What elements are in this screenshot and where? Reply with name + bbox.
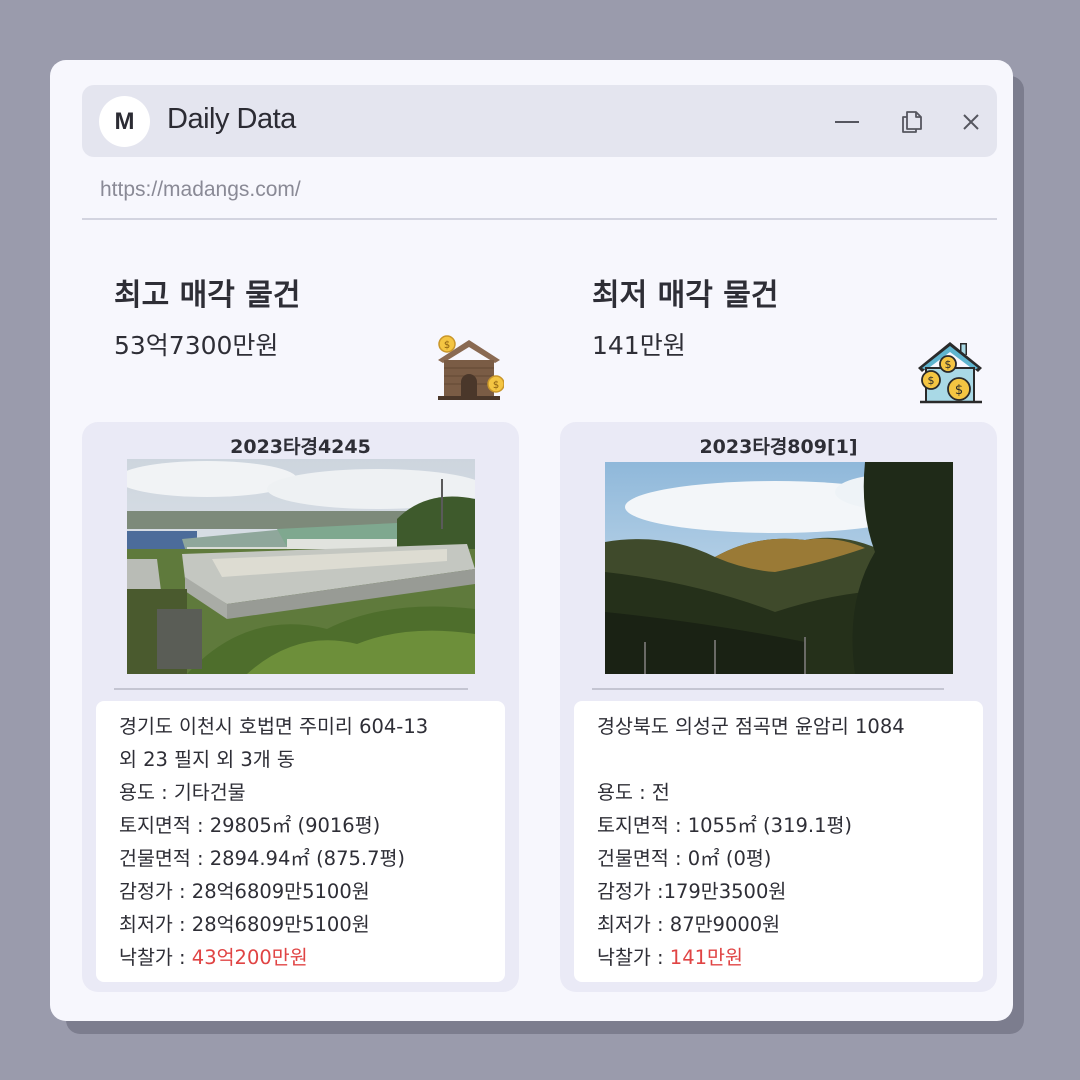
minimum-price: 최저가 : 28억6809만5100원 [119, 913, 370, 936]
app-logo: M [99, 96, 150, 147]
land-area: 토지면적 : 1055㎡ (319.1평) [597, 814, 853, 837]
address-line-1: 경기도 이천시 호법면 주미리 604-13 [119, 715, 429, 738]
house-coins-icon: $ $ $ [916, 336, 986, 406]
property-photo [605, 462, 953, 674]
building-area: 건물면적 : 0㎡ (0평) [597, 847, 772, 870]
land-area: 토지면적 : 29805㎡ (9016평) [119, 814, 381, 837]
svg-text:$: $ [493, 380, 499, 391]
property-info: 경기도 이천시 호법면 주미리 604-13 외 23 필지 외 3개 동 용도… [96, 701, 505, 982]
winning-bid-label: 낙찰가 : [597, 946, 670, 969]
winning-bid-value: 141만원 [669, 946, 743, 969]
svg-text:$: $ [945, 358, 952, 371]
app-title: Daily Data [167, 103, 296, 135]
svg-text:$: $ [444, 340, 450, 351]
address-line-2 [597, 743, 983, 776]
lowest-property-card[interactable]: 2023타경809[1] 경상북도 의성군 점곡면 윤암리 1084 용도: … [560, 422, 997, 992]
case-number: 2023타경809[1] [699, 436, 858, 458]
app-window: M Daily Data https://madangs.com/ 최고 매각 … [50, 60, 1013, 1021]
winning-bid-label: 낙찰가 : [119, 946, 192, 969]
house-money-icon: $ $ [434, 332, 505, 402]
minimum-price: 최저가 : 87만9000원 [597, 913, 781, 936]
card-divider [592, 688, 944, 690]
building-area: 건물면적 : 2894.94㎡ (875.7평) [119, 847, 406, 870]
usage: 용도 : 전 [597, 781, 670, 804]
highest-price: 53억7300만원 [114, 331, 279, 360]
address-line-2: 외 23 필지 외 3개 동 [119, 748, 295, 771]
property-info: 경상북도 의성군 점곡면 윤암리 1084 용도 : 전 토지면적 : 1055… [574, 701, 983, 982]
url-divider [82, 218, 997, 220]
appraisal-price: 감정가 :179만3500원 [597, 880, 787, 903]
svg-text:$: $ [955, 383, 963, 398]
restore-icon[interactable] [896, 107, 926, 137]
winning-bid-value: 43억200만원 [191, 946, 308, 969]
property-photo [127, 459, 475, 674]
case-number: 2023타경4245 [230, 436, 371, 458]
svg-text:$: $ [928, 374, 935, 387]
usage: 용도 : 기타건물 [119, 781, 246, 804]
minimize-icon[interactable] [832, 107, 862, 137]
lowest-heading: 최저 매각 물건 [592, 278, 779, 313]
address-line-1: 경상북도 의성군 점곡면 윤암리 1084 [597, 715, 905, 738]
lowest-price: 141만원 [592, 331, 686, 360]
winning-bid: 낙찰가 : 141만원 [597, 941, 983, 974]
highest-property-card[interactable]: 2023타경4245 경기도 이천시 호법면 주미리 604-13 외 23 필… [82, 422, 519, 992]
close-icon[interactable] [956, 107, 986, 137]
winning-bid: 낙찰가 : 43억200만원 [119, 941, 505, 974]
highest-heading: 최고 매각 물건 [114, 278, 301, 313]
titlebar: M Daily Data [82, 85, 997, 157]
card-divider [114, 688, 468, 690]
url-text[interactable]: https://madangs.com/ [100, 178, 301, 202]
appraisal-price: 감정가 : 28억6809만5100원 [119, 880, 370, 903]
